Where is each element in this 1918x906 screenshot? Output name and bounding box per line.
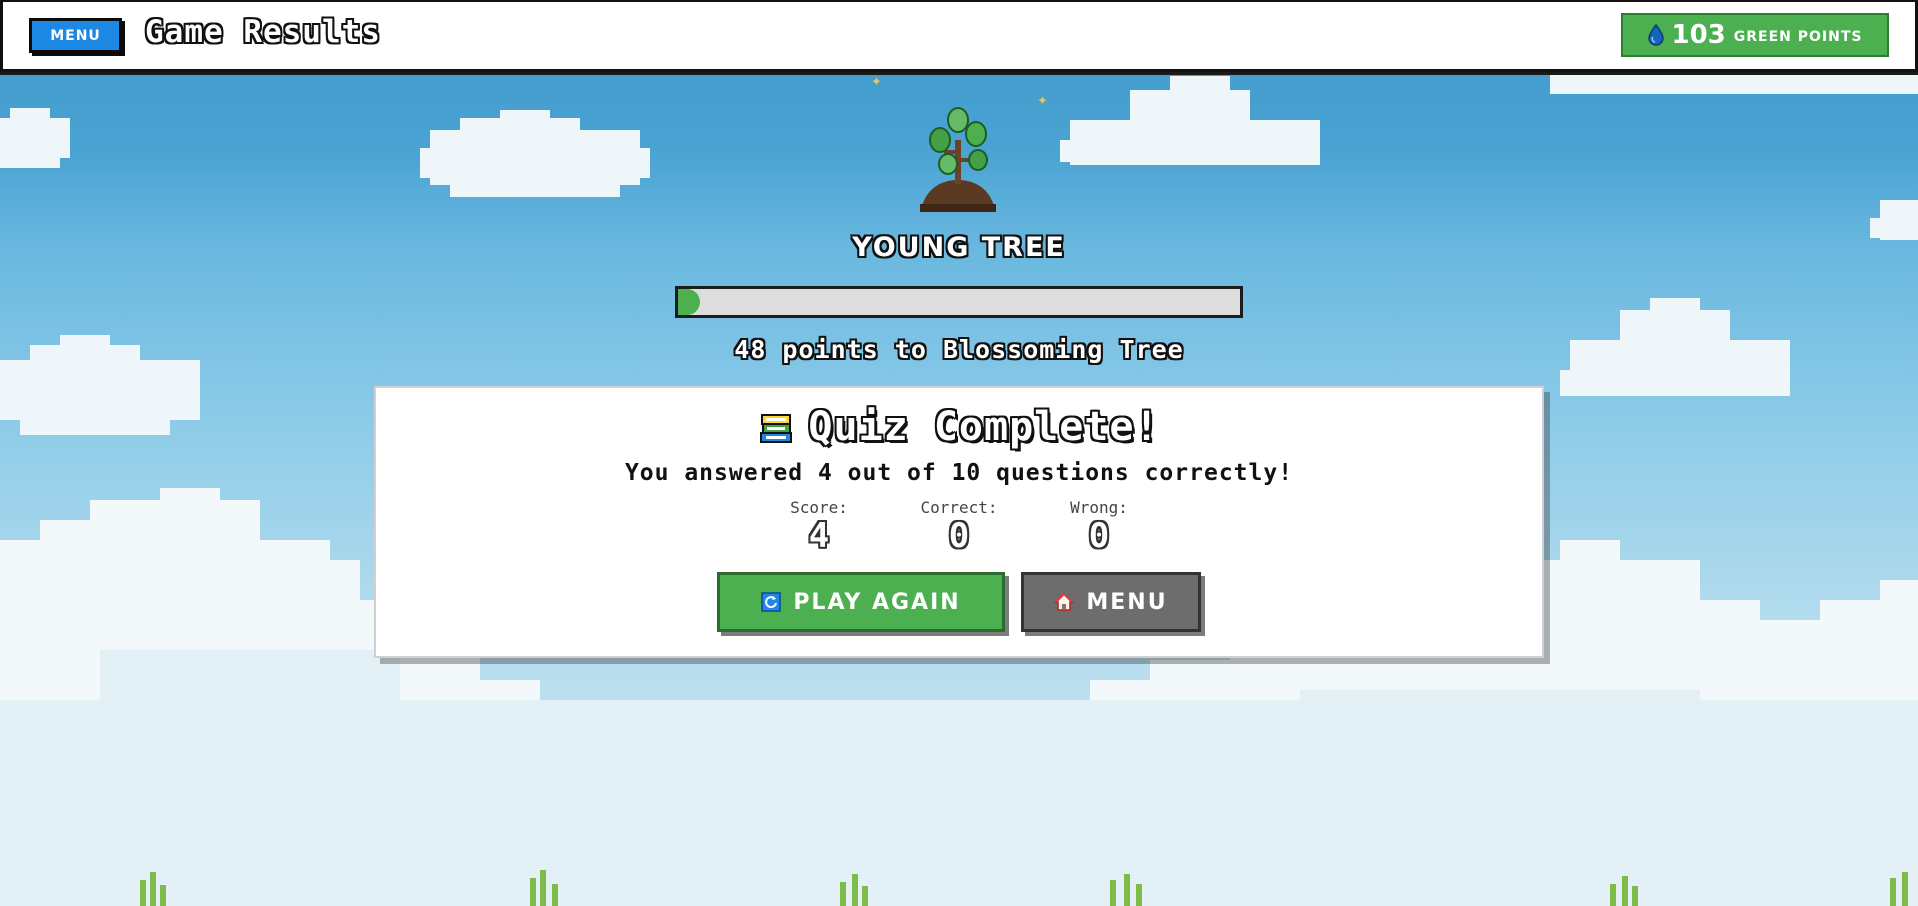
correct-label: Correct: [920, 498, 998, 517]
correct-stat: Correct: 0 [904, 498, 1014, 555]
quiz-result-card: Quiz Complete! You answered 4 out of 10 … [374, 386, 1544, 658]
card-title-row: Quiz Complete! [376, 404, 1542, 450]
points-to-next-stage: 48 points to Blossoming Tree [734, 335, 1184, 364]
quiz-summary: You answered 4 out of 10 questions corre… [624, 460, 1294, 486]
growth-progress-fill [678, 289, 701, 315]
tree-stage-label: YOUNG TREE [852, 232, 1066, 263]
score-value: 4 [808, 516, 830, 556]
quiz-stats: Score: 4 Correct: 0 Wrong: 0 [376, 498, 1542, 555]
card-menu-button[interactable]: MENU [1021, 572, 1201, 632]
score-label: Score: [790, 498, 848, 517]
top-bar: MENU Game Results 103 GREEN POINTS [0, 0, 1918, 72]
play-again-label: PLAY AGAIN [793, 589, 961, 615]
refresh-icon [761, 592, 782, 612]
wrong-value: 0 [1088, 516, 1110, 556]
card-actions: PLAY AGAIN MENU [376, 572, 1542, 632]
page-title: Game Results [145, 14, 381, 50]
water-drop-icon [1647, 24, 1664, 46]
sparkle-icon: ✦ [1037, 94, 1048, 109]
home-icon [1054, 592, 1075, 611]
sapling-tree-icon [920, 107, 996, 212]
score-stat: Score: 4 [764, 498, 874, 555]
wrong-label: Wrong: [1070, 498, 1128, 517]
card-menu-label: MENU [1086, 589, 1168, 615]
card-title: Quiz Complete! [808, 404, 1160, 450]
books-icon [760, 414, 793, 443]
sparkle-icon: ✦ [871, 75, 882, 90]
points-label: GREEN POINTS [1733, 28, 1863, 45]
play-again-button[interactable]: PLAY AGAIN [717, 572, 1005, 632]
green-points-badge: 103 GREEN POINTS [1621, 13, 1889, 57]
wrong-stat: Wrong: 0 [1044, 498, 1154, 555]
correct-value: 0 [948, 516, 970, 556]
points-value: 103 [1671, 20, 1726, 50]
menu-button[interactable]: MENU [29, 18, 122, 53]
growth-progress-bar [675, 286, 1243, 318]
